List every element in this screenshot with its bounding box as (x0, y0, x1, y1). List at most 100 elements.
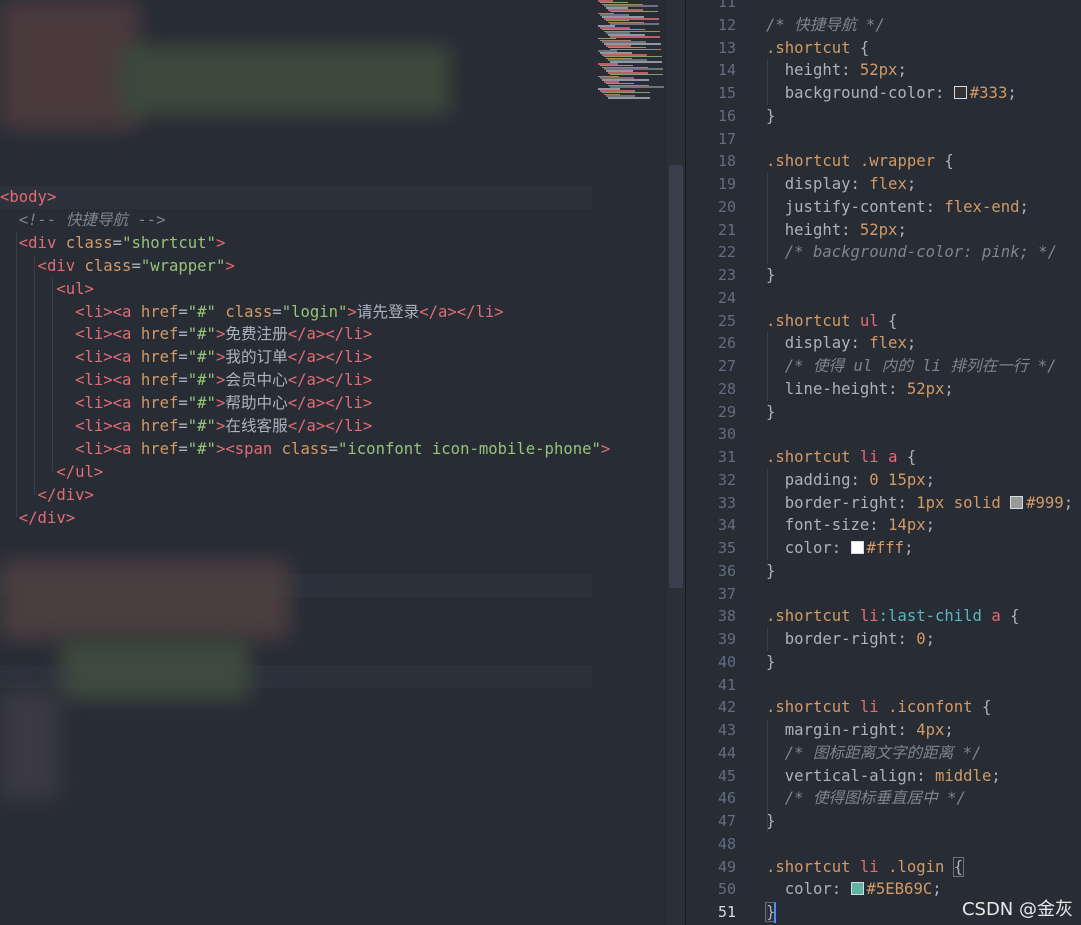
code-line[interactable]: .shortcut { (766, 37, 869, 60)
code-line[interactable]: .shortcut li a { (766, 446, 916, 469)
code-token: ; (991, 766, 1001, 785)
code-token: <li><a (0, 325, 141, 344)
html-editor-pane[interactable]: <body> <!-- 快捷导航 --> <div class="shortcu… (0, 0, 667, 925)
code-line[interactable]: height: 52px; (766, 59, 907, 82)
minimap-line (610, 36, 660, 38)
code-line[interactable]: /* 图标距离文字的距离 */ (766, 742, 982, 765)
code-token: ; (944, 721, 954, 739)
code-line[interactable]: <div class="shortcut"> (0, 232, 226, 255)
line-number: 13 (717, 38, 736, 57)
color-swatch-icon[interactable] (1010, 495, 1024, 509)
code-line[interactable]: .shortcut ul { (766, 310, 897, 333)
code-token: "#" (187, 302, 216, 321)
code-line[interactable]: font-size: 14px; (766, 514, 935, 537)
line-number: 51 (717, 903, 736, 921)
color-swatch-icon[interactable] (850, 541, 864, 554)
code-token: : (888, 379, 907, 398)
code-token: <div (0, 256, 85, 275)
code-token: </a></li> (287, 325, 373, 344)
code-token: 我的订单 (225, 348, 288, 367)
code-token: height (766, 220, 842, 239)
code-token: </div> (0, 485, 94, 504)
code-token: 4px (916, 721, 945, 739)
code-token: = (272, 302, 282, 321)
minimap[interactable] (598, 0, 667, 100)
code-line[interactable]: <li><a href="#">我的订单</a></li> (0, 346, 372, 369)
scrollbar-thumb[interactable] (669, 165, 683, 588)
code-line[interactable]: } (766, 401, 775, 424)
code-token: > (215, 233, 226, 252)
code-line[interactable]: color: #5EB69C; (766, 878, 942, 901)
code-line[interactable]: <!-- 快捷导航 --> (0, 209, 166, 232)
minimap-line (610, 23, 659, 25)
css-editor-pane[interactable]: 11 12 13 14 15 16 17 18 19 20 21 22 23 24 25 26 27 28 29 30… (686, 0, 1081, 925)
code-token: > (225, 256, 235, 275)
code-line[interactable]: justify-content: flex-end; (766, 196, 1029, 219)
code-line[interactable]: height: 52px; (766, 219, 907, 242)
code-line[interactable]: <ul> (0, 278, 94, 301)
code-line[interactable]: } (766, 560, 775, 583)
code-line[interactable]: /* background-color: pink; */ (766, 241, 1057, 264)
code-line[interactable]: vertical-align: middle; (766, 765, 1001, 788)
line-number: 20 (717, 197, 736, 216)
code-line[interactable]: .shortcut li .login { (766, 856, 965, 879)
code-line[interactable]: .shortcut li .iconfont { (766, 696, 991, 719)
code-line[interactable]: <li><a href="#" class="login">请先登录</a></… (0, 301, 504, 324)
code-token: </a></li> (287, 394, 373, 413)
line-number: 24 (717, 288, 736, 307)
code-line[interactable]: margin-right: 4px; (766, 719, 954, 742)
code-line[interactable]: background-color: #333; (766, 82, 1017, 105)
indent-guide (34, 255, 35, 495)
line-number: 23 (717, 266, 736, 284)
code-token: 0 (916, 630, 926, 648)
line-number: 26 (717, 334, 736, 353)
code-line[interactable]: <li><a href="#"><span class="iconfont ic… (0, 438, 610, 461)
code-line[interactable]: .shortcut .wrapper { (766, 150, 954, 173)
code-line[interactable]: line-height: 52px; (766, 378, 954, 401)
code-line[interactable]: <div class="wrapper"> (0, 255, 235, 278)
code-line[interactable]: <li><a href="#">免费注册</a></li> (0, 323, 372, 346)
code-token: li (859, 607, 879, 626)
line-number: 28 (717, 379, 736, 398)
code-token: href (140, 325, 179, 344)
code-token: ; (897, 220, 907, 239)
color-swatch-icon[interactable] (850, 882, 864, 896)
code-line[interactable]: } (766, 105, 775, 128)
color-swatch-icon[interactable] (953, 86, 967, 99)
code-line[interactable]: /* 使得图标垂直居中 */ (766, 787, 966, 810)
code-line[interactable]: border-right: 1px solid #999; (766, 492, 1073, 515)
line-number: 42 (717, 698, 736, 717)
code-token: : (841, 220, 860, 239)
code-token: class (225, 302, 273, 321)
code-line[interactable]: <li><a href="#">在线客服</a></li> (0, 415, 372, 438)
code-line[interactable]: </div> (0, 507, 75, 530)
code-line[interactable]: /* 使得 ul 内的 li 排列在一行 */ (766, 355, 1057, 378)
code-line[interactable]: border-right: 0; (766, 628, 935, 651)
code-token: 在线客服 (225, 417, 288, 435)
code-token: = (178, 394, 188, 413)
code-line[interactable]: .shortcut li:last-child a { (766, 605, 1020, 628)
code-line[interactable]: <li><a href="#">帮助中心</a></li> (0, 392, 372, 415)
code-line[interactable]: padding: 0 15px; (766, 469, 935, 492)
code-token: ; (1019, 197, 1029, 216)
code-line[interactable]: } (766, 264, 775, 287)
code-line[interactable]: <li><a href="#">会员中心</a></li> (0, 369, 372, 392)
left-scrollbar[interactable] (667, 0, 685, 925)
code-line[interactable]: </div> (0, 484, 94, 507)
code-line[interactable]: display: flex; (766, 332, 916, 355)
code-token: <body> (0, 188, 57, 206)
code-line[interactable]: } (766, 651, 775, 674)
line-number: 22 (717, 243, 736, 262)
code-line[interactable]: color: #fff; (766, 537, 914, 560)
code-line[interactable]: display: flex; (766, 173, 916, 196)
code-token: ; (897, 61, 907, 80)
code-token: <li><a (0, 394, 141, 413)
code-line[interactable]: /* 快捷导航 */ (766, 14, 885, 37)
code-line[interactable]: <body> (0, 186, 56, 209)
code-token: flex (869, 334, 907, 353)
code-token: "iconfont icon-mobile-phone" (338, 439, 601, 458)
line-number: 16 (717, 106, 736, 125)
line-number: 38 (717, 607, 736, 626)
